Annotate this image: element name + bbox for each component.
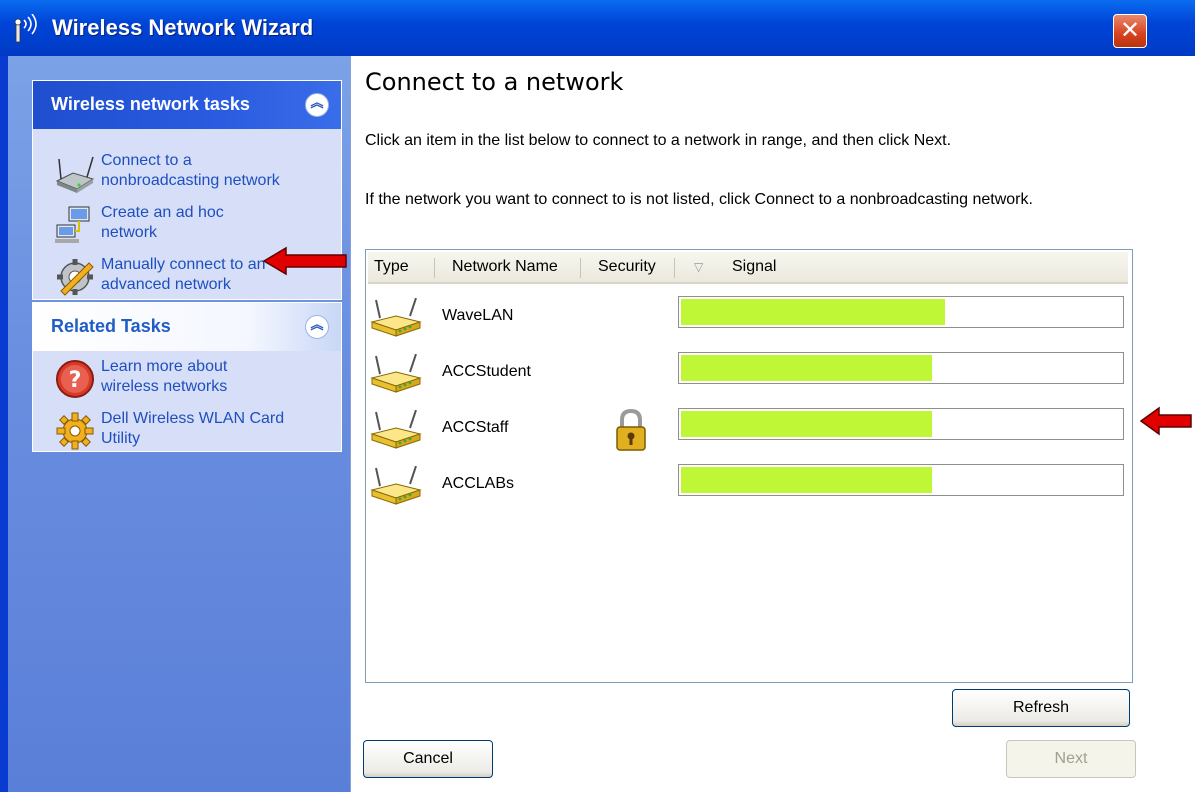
signal-bar [678,352,1124,384]
page-title: Connect to a network [365,68,624,96]
column-separator [674,258,675,278]
task-connect-label[interactable]: Connect to a nonbroadcasting network [101,151,321,191]
gear-icon [56,412,94,450]
signal-bar [678,464,1124,496]
close-button[interactable]: ✕ [1113,14,1147,48]
wireless-tasks-header[interactable]: Wireless network tasks ︽ [33,81,341,129]
related-tasks-title: Related Tasks [51,316,171,336]
router-icon [370,298,422,337]
gear-wrench-icon [57,259,94,296]
network-name: ACCLABs [442,475,515,492]
network-row[interactable]: ACCStaff [370,402,1130,458]
task-learn-label[interactable]: Learn more about wireless networks [101,357,321,397]
task-connect-line2[interactable]: nonbroadcasting network [101,171,321,191]
annotation-arrow-right-icon [1139,406,1192,436]
window-frame [0,56,8,792]
column-header-name[interactable]: Network Name [452,252,558,282]
computer-network-icon [55,206,90,243]
sidebar: Wireless network tasks ︽ Connect to a no… [8,56,350,792]
router-icon [370,466,422,505]
network-name: WaveLAN [442,307,514,324]
main-panel: Connect to a network Click an item in th… [350,56,1195,792]
wireless-icon [14,14,37,43]
network-name: ACCStaff [442,419,509,436]
network-row[interactable]: ACCLABs [370,458,1130,514]
column-header-signal[interactable]: Signal [732,252,776,282]
instruction-text-2: If the network you want to connect to is… [365,191,1033,208]
task-adhoc-line1[interactable]: Create an ad hoc [101,203,321,223]
sort-down-icon: ▽ [694,260,704,274]
task-learn-line2[interactable]: wireless networks [101,377,321,397]
signal-fill [681,411,932,437]
router-icon [370,354,422,393]
collapse-chevron-icon[interactable]: ︽ [305,315,329,339]
signal-fill [681,467,932,493]
column-header-type[interactable]: Type [374,252,409,282]
column-separator [580,258,581,278]
task-dell-line1[interactable]: Dell Wireless WLAN Card [101,409,321,429]
task-dell-label[interactable]: Dell Wireless WLAN Card Utility [101,409,321,449]
wireless-tasks-title: Wireless network tasks [51,94,250,114]
window-title: Wireless Network Wizard [52,15,314,40]
column-separator [434,258,435,278]
task-adhoc-line2[interactable]: network [101,223,321,243]
task-connect-line1[interactable]: Connect to a [101,151,321,171]
network-list[interactable]: Type Network Name Security ▽ Signal Wave… [365,249,1133,683]
task-adhoc-label[interactable]: Create an ad hoc network [101,203,321,243]
instruction-text-1: Click an item in the list below to conne… [365,132,952,149]
next-button[interactable]: Next [1006,740,1136,778]
cancel-button[interactable]: Cancel [363,740,493,778]
title-bar[interactable]: Wireless Network Wizard ✕ [0,0,1195,56]
network-device-icon [55,156,95,193]
close-icon: ✕ [1119,16,1141,44]
list-header: Type Network Name Security ▽ Signal [368,252,1128,284]
help-icon: ? [56,360,94,398]
network-name: ACCStudent [442,363,531,380]
signal-bar [678,296,1124,328]
network-row[interactable]: ACCStudent [370,346,1130,402]
collapse-chevron-icon[interactable]: ︽ [305,93,329,117]
signal-fill [681,355,932,381]
task-dell-line2[interactable]: Utility [101,429,321,449]
annotation-arrow-left-icon [262,246,347,276]
task-learn-line1[interactable]: Learn more about [101,357,321,377]
network-row[interactable]: WaveLAN [370,290,1130,346]
signal-bar [678,408,1124,440]
wizard-window: Wireless Network Wizard ✕ Wireless netwo… [0,0,1195,792]
task-manual-line2[interactable]: advanced network [101,275,321,295]
router-icon [370,410,422,449]
refresh-button[interactable]: Refresh [952,689,1130,727]
related-tasks-panel: Related Tasks ︽ ? Learn more about wirel… [32,302,342,452]
lock-icon [616,408,646,451]
related-tasks-header[interactable]: Related Tasks ︽ [33,303,341,351]
column-header-security[interactable]: Security [598,252,656,282]
signal-fill [681,299,945,325]
svg-text:?: ? [69,368,82,393]
